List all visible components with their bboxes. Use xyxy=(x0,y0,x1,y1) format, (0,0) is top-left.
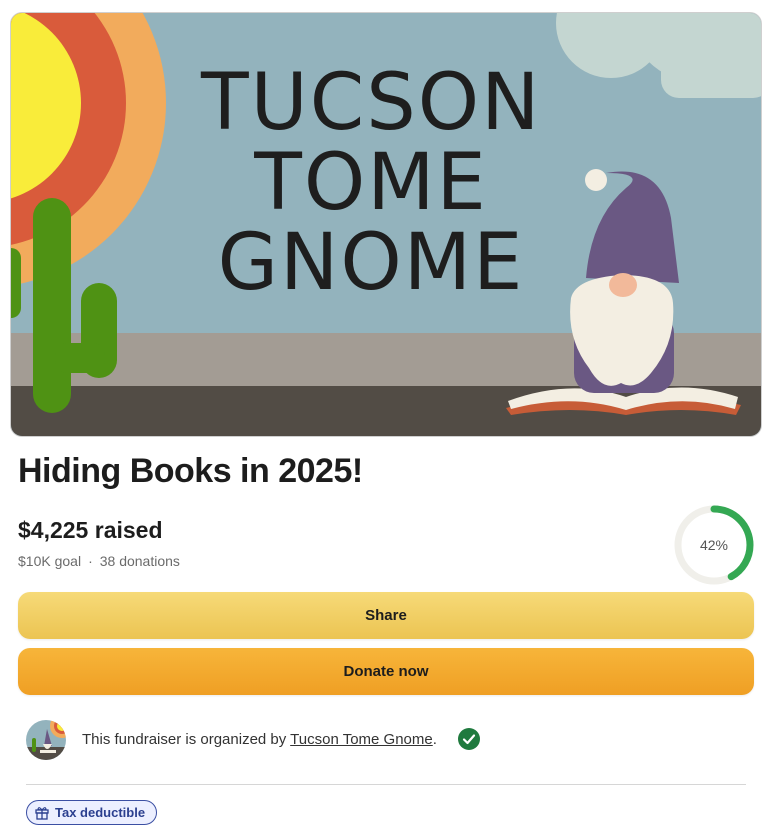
tax-deductible-badge: Tax deductible xyxy=(26,800,158,825)
organizer-text: This fundraiser is organized by Tucson T… xyxy=(82,731,437,748)
organizer-avatar[interactable] xyxy=(26,720,66,760)
goal-text: $10K goal xyxy=(18,553,82,569)
hero-title-line-3: GNOME xyxy=(217,218,525,308)
hero-title-line-2: TOME xyxy=(254,138,488,228)
donate-button[interactable]: Donate now xyxy=(18,648,754,695)
campaign-title: Hiding Books in 2025! xyxy=(18,452,363,490)
gift-icon xyxy=(35,806,49,820)
progress-percent: 42% xyxy=(699,537,729,553)
organizer-suffix: . xyxy=(432,731,437,748)
progress-ring: 42% xyxy=(673,504,755,586)
hero-image: TUCSON TOME GNOME xyxy=(10,12,762,437)
campaign-stats: $10K goal · 38 donations xyxy=(18,553,180,569)
hero-title-line-1: TUCSON xyxy=(201,58,542,148)
section-divider xyxy=(26,784,746,785)
donation-count: 38 donations xyxy=(99,553,180,569)
organizer-link[interactable]: Tucson Tome Gnome xyxy=(290,731,433,748)
amount-raised: $4,225 raised xyxy=(18,517,163,543)
organizer-row: This fundraiser is organized by Tucson T… xyxy=(26,720,726,760)
stats-separator: · xyxy=(88,553,93,569)
organizer-prefix: This fundraiser is organized by xyxy=(82,731,291,748)
badge-label: Tax deductible xyxy=(55,805,146,820)
verified-check-icon xyxy=(458,728,480,750)
share-button[interactable]: Share xyxy=(18,592,754,639)
